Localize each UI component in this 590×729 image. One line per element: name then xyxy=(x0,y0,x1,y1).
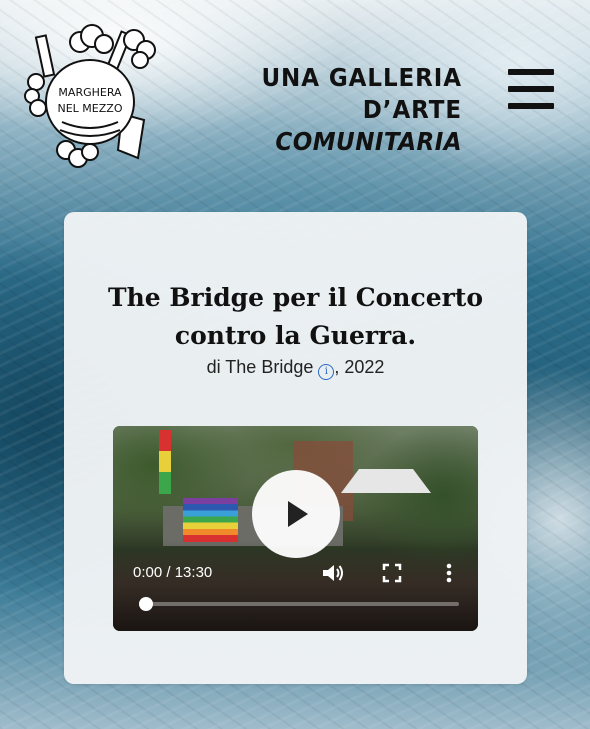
fullscreen-button[interactable] xyxy=(381,562,403,584)
hamburger-menu-icon xyxy=(508,69,554,75)
progress-knob[interactable] xyxy=(139,597,153,611)
duration: 13:30 xyxy=(174,564,213,581)
volume-button[interactable] xyxy=(321,562,345,584)
menu-button[interactable] xyxy=(506,66,556,114)
logo-text-line2: NEL MEZZO xyxy=(58,102,123,115)
more-options-button[interactable] xyxy=(439,562,459,584)
logo-text-line1: MARGHERA xyxy=(58,86,122,99)
logo-emblem-icon: MARGHERA NEL MEZZO xyxy=(24,24,156,168)
tagline-line1: UNA GALLERIA D’ARTE xyxy=(261,63,462,124)
info-icon[interactable]: i xyxy=(318,364,335,380)
hamburger-menu-icon xyxy=(508,86,554,92)
artwork-byline: di The Bridge i, 2022 xyxy=(64,357,527,380)
byline-prefix: di xyxy=(206,357,221,377)
site-logo[interactable]: MARGHERA NEL MEZZO xyxy=(22,22,162,172)
fullscreen-icon xyxy=(382,563,402,583)
video-player[interactable]: 0:00 / 13:30 xyxy=(113,426,478,631)
more-options-icon xyxy=(446,563,452,583)
video-time: 0:00 / 13:30 xyxy=(133,564,212,581)
artwork-year: , 2022 xyxy=(334,357,385,377)
site-tagline: UNA GALLERIA D’ARTE COMUNITARIA xyxy=(200,62,462,158)
play-button[interactable] xyxy=(252,470,340,558)
artist-name: The Bridge xyxy=(225,357,314,377)
artwork-card: The Bridge per il Concerto contro la Gue… xyxy=(64,212,527,684)
artwork-title: The Bridge per il Concerto contro la Gue… xyxy=(108,282,483,350)
tagline-line2: COMUNITARIA xyxy=(275,127,462,156)
volume-icon xyxy=(323,565,343,581)
progress-bar[interactable] xyxy=(139,597,459,611)
hamburger-menu-icon xyxy=(508,103,554,109)
site-header: MARGHERA NEL MEZZO UNA GALLERIA D’ARTE C… xyxy=(0,0,590,190)
current-time: 0:00 xyxy=(133,564,163,581)
time-separator: / xyxy=(162,564,175,581)
